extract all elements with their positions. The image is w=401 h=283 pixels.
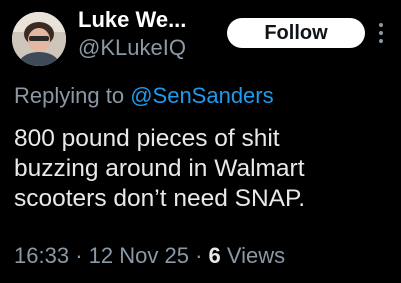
views-label: Views bbox=[226, 243, 286, 268]
views-count: 6 bbox=[208, 243, 221, 268]
meta-separator: · bbox=[195, 243, 203, 268]
more-vertical-icon[interactable] bbox=[378, 22, 384, 44]
display-name[interactable]: Luke We... bbox=[78, 6, 228, 34]
replying-to: Replying to @SenSanders bbox=[14, 82, 274, 110]
tweet-text: 800 pound pieces of shit buzzing around … bbox=[14, 124, 394, 214]
tweet-card: Luke We... @KLukeIQ Follow Replying to @… bbox=[0, 0, 401, 283]
avatar[interactable] bbox=[12, 12, 66, 66]
tweet-time[interactable]: 16:33 bbox=[14, 243, 69, 268]
tweet-text-line: 800 pound pieces of shit bbox=[14, 125, 280, 152]
user-avatar-photo-icon bbox=[12, 12, 66, 66]
tweet-date[interactable]: 12 Nov 25 bbox=[89, 243, 189, 268]
reply-mention-link[interactable]: @SenSanders bbox=[130, 83, 273, 108]
user-handle[interactable]: @KLukeIQ bbox=[78, 34, 228, 62]
tweet-meta: 16:33 · 12 Nov 25 · 6 Views bbox=[14, 241, 285, 271]
tweet-text-line: buzzing around in Walmart bbox=[14, 155, 305, 182]
user-info: Luke We... @KLukeIQ bbox=[78, 6, 228, 62]
tweet-text-line: scooters don’t need SNAP. bbox=[14, 185, 306, 212]
replying-to-label: Replying to bbox=[14, 83, 125, 108]
meta-separator: · bbox=[75, 243, 83, 268]
follow-button[interactable]: Follow bbox=[227, 18, 365, 48]
